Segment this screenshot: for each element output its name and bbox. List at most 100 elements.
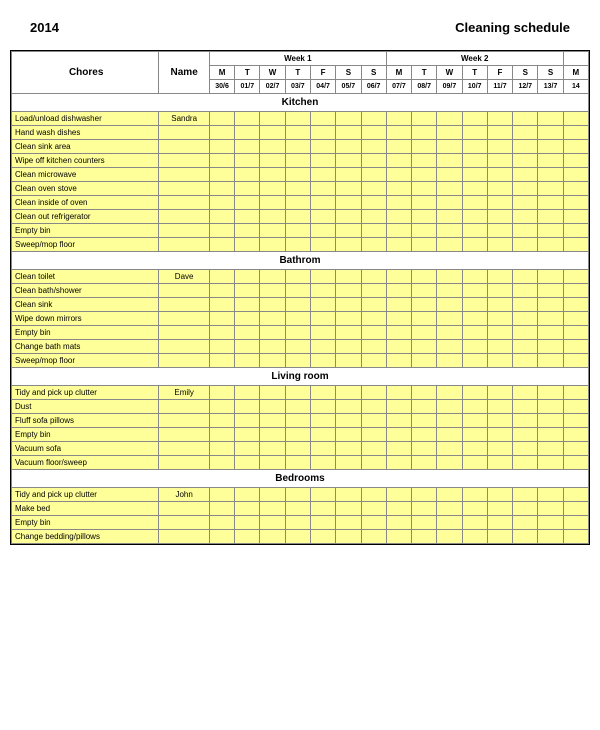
chore-cell[interactable] (336, 354, 361, 368)
chore-cell[interactable] (437, 168, 462, 182)
chore-cell[interactable] (285, 442, 310, 456)
chore-cell[interactable] (336, 488, 361, 502)
chore-cell[interactable] (336, 516, 361, 530)
chore-cell[interactable] (336, 210, 361, 224)
chore-cell[interactable] (310, 112, 335, 126)
chore-cell[interactable] (209, 354, 234, 368)
chore-cell[interactable] (437, 210, 462, 224)
chore-cell[interactable] (412, 224, 437, 238)
chore-cell[interactable] (285, 168, 310, 182)
chore-cell[interactable] (336, 530, 361, 544)
chore-cell[interactable] (260, 112, 285, 126)
chore-cell[interactable] (310, 442, 335, 456)
chore-cell[interactable] (209, 168, 234, 182)
chore-cell[interactable] (487, 428, 512, 442)
chore-cell[interactable] (437, 428, 462, 442)
chore-cell[interactable] (285, 140, 310, 154)
chore-cell[interactable] (412, 502, 437, 516)
chore-cell[interactable] (538, 182, 563, 196)
chore-cell[interactable] (285, 502, 310, 516)
chore-cell[interactable] (285, 340, 310, 354)
chore-cell[interactable] (285, 386, 310, 400)
chore-cell[interactable] (386, 210, 411, 224)
chore-cell[interactable] (538, 224, 563, 238)
chore-cell[interactable] (538, 126, 563, 140)
chore-cell[interactable] (260, 182, 285, 196)
chore-cell[interactable] (513, 516, 538, 530)
chore-cell[interactable] (563, 284, 588, 298)
chore-cell[interactable] (285, 298, 310, 312)
chore-cell[interactable] (260, 516, 285, 530)
chore-cell[interactable] (437, 284, 462, 298)
chore-cell[interactable] (538, 168, 563, 182)
chore-cell[interactable] (462, 168, 487, 182)
chore-cell[interactable] (412, 400, 437, 414)
chore-cell[interactable] (260, 386, 285, 400)
chore-cell[interactable] (462, 414, 487, 428)
chore-cell[interactable] (563, 530, 588, 544)
chore-cell[interactable] (209, 340, 234, 354)
chore-cell[interactable] (285, 414, 310, 428)
chore-cell[interactable] (386, 298, 411, 312)
chore-cell[interactable] (336, 298, 361, 312)
chore-cell[interactable] (310, 224, 335, 238)
chore-cell[interactable] (513, 196, 538, 210)
chore-cell[interactable] (235, 284, 260, 298)
chore-cell[interactable] (209, 284, 234, 298)
chore-cell[interactable] (336, 140, 361, 154)
chore-cell[interactable] (563, 414, 588, 428)
chore-cell[interactable] (285, 530, 310, 544)
chore-cell[interactable] (487, 326, 512, 340)
chore-cell[interactable] (310, 168, 335, 182)
chore-cell[interactable] (487, 530, 512, 544)
chore-cell[interactable] (513, 354, 538, 368)
chore-cell[interactable] (260, 140, 285, 154)
chore-cell[interactable] (487, 140, 512, 154)
chore-cell[interactable] (487, 284, 512, 298)
chore-cell[interactable] (285, 154, 310, 168)
chore-cell[interactable] (285, 238, 310, 252)
chore-cell[interactable] (462, 340, 487, 354)
chore-cell[interactable] (260, 488, 285, 502)
chore-cell[interactable] (437, 154, 462, 168)
chore-cell[interactable] (437, 414, 462, 428)
chore-cell[interactable] (513, 168, 538, 182)
chore-cell[interactable] (513, 238, 538, 252)
chore-cell[interactable] (412, 112, 437, 126)
chore-cell[interactable] (361, 400, 386, 414)
chore-cell[interactable] (487, 442, 512, 456)
chore-cell[interactable] (386, 488, 411, 502)
chore-cell[interactable] (285, 354, 310, 368)
chore-cell[interactable] (538, 284, 563, 298)
chore-cell[interactable] (235, 488, 260, 502)
chore-cell[interactable] (260, 168, 285, 182)
chore-cell[interactable] (386, 224, 411, 238)
chore-cell[interactable] (260, 530, 285, 544)
chore-cell[interactable] (260, 312, 285, 326)
chore-cell[interactable] (513, 386, 538, 400)
chore-cell[interactable] (563, 326, 588, 340)
chore-cell[interactable] (361, 428, 386, 442)
chore-cell[interactable] (235, 354, 260, 368)
chore-cell[interactable] (209, 530, 234, 544)
chore-cell[interactable] (336, 238, 361, 252)
chore-cell[interactable] (361, 386, 386, 400)
chore-cell[interactable] (235, 298, 260, 312)
chore-cell[interactable] (487, 126, 512, 140)
chore-cell[interactable] (209, 154, 234, 168)
chore-cell[interactable] (285, 428, 310, 442)
chore-cell[interactable] (235, 442, 260, 456)
chore-cell[interactable] (437, 196, 462, 210)
chore-cell[interactable] (386, 340, 411, 354)
chore-cell[interactable] (285, 182, 310, 196)
chore-cell[interactable] (336, 386, 361, 400)
chore-cell[interactable] (310, 530, 335, 544)
chore-cell[interactable] (310, 502, 335, 516)
chore-cell[interactable] (412, 126, 437, 140)
chore-cell[interactable] (437, 326, 462, 340)
chore-cell[interactable] (563, 238, 588, 252)
chore-cell[interactable] (361, 340, 386, 354)
chore-cell[interactable] (209, 270, 234, 284)
chore-cell[interactable] (386, 442, 411, 456)
chore-cell[interactable] (336, 224, 361, 238)
